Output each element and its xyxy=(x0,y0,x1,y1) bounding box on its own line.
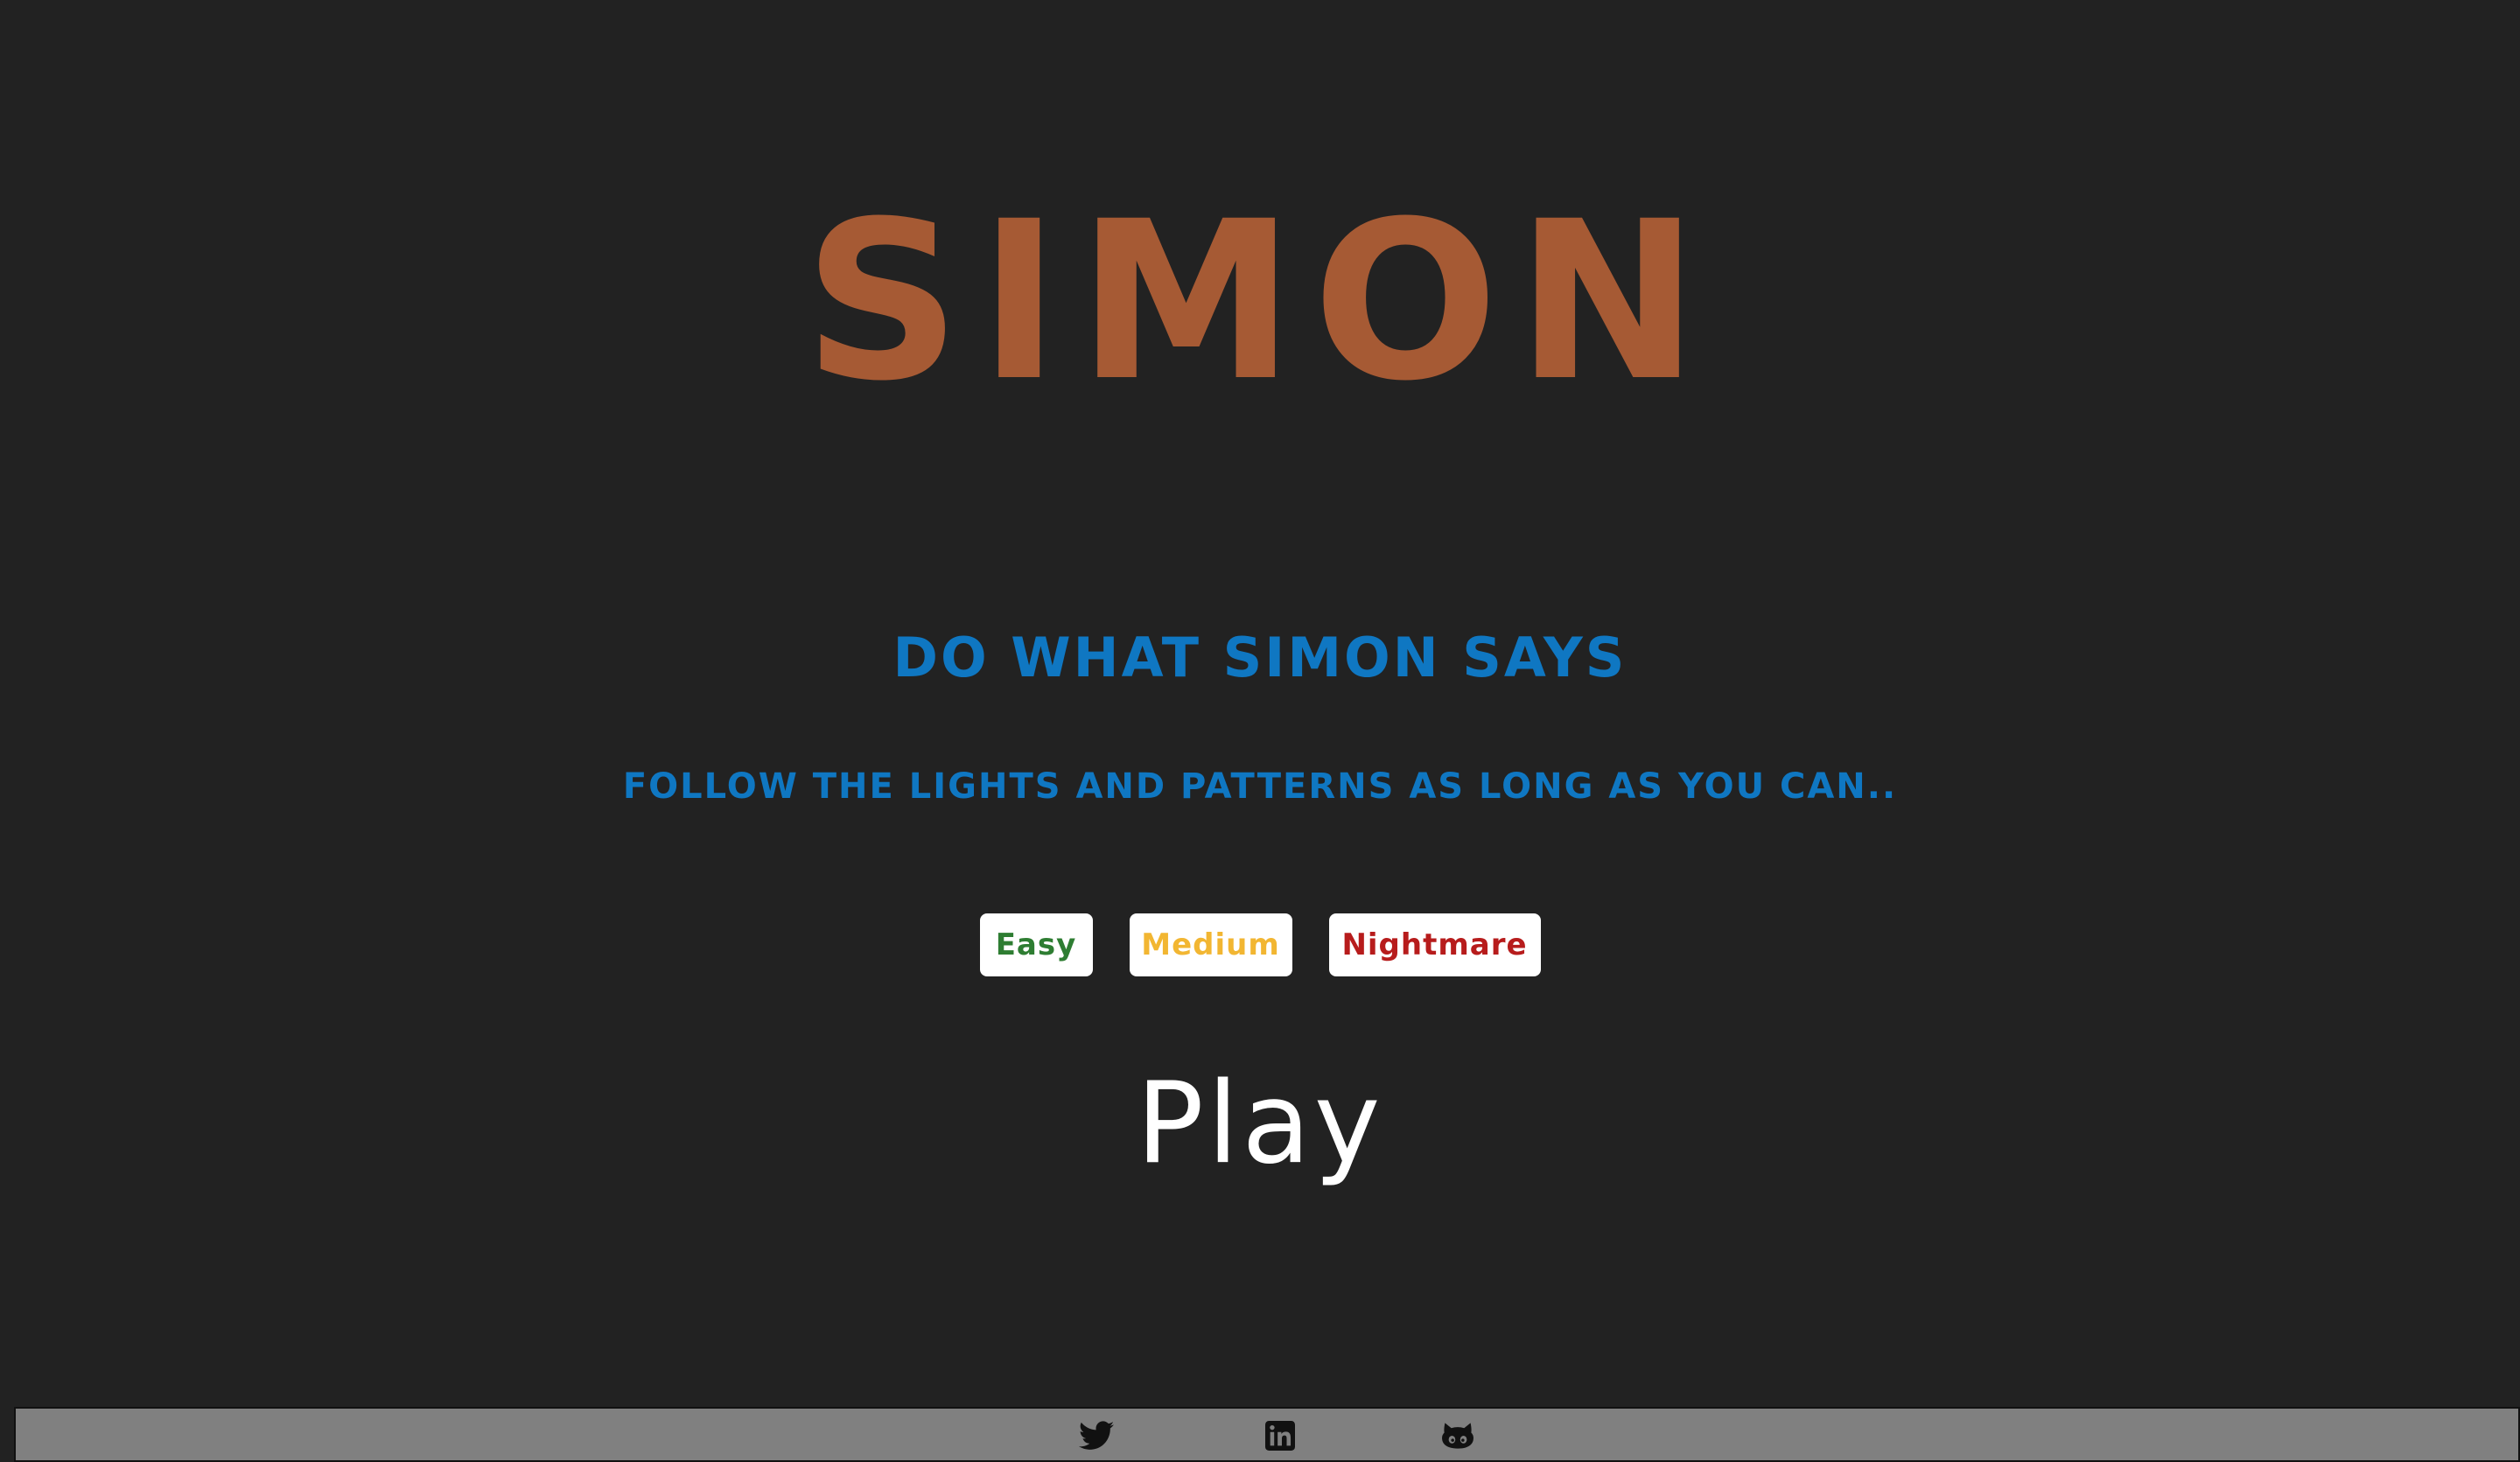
github-link[interactable] xyxy=(1439,1419,1476,1452)
twitter-icon xyxy=(1079,1421,1114,1451)
linkedin-icon xyxy=(1265,1421,1295,1451)
play-button[interactable]: Play xyxy=(0,1059,2520,1190)
difficulty-selector: Easy Medium Nightmare xyxy=(0,913,2520,976)
github-icon xyxy=(1441,1421,1474,1451)
medium-button[interactable]: Medium xyxy=(1129,913,1292,976)
game-subtitle: DO WHAT SIMON SAYS xyxy=(892,626,1628,689)
easy-button[interactable]: Easy xyxy=(979,913,1093,976)
game-tagline: FOLLOW THE LIGHTS AND PATTERNS AS LONG A… xyxy=(622,766,1898,807)
game-title: SIMON xyxy=(803,174,1717,429)
twitter-link[interactable] xyxy=(1078,1419,1115,1452)
linkedin-link[interactable] xyxy=(1262,1419,1298,1452)
footer-bar xyxy=(14,1407,2520,1462)
nightmare-button[interactable]: Nightmare xyxy=(1328,913,1541,976)
